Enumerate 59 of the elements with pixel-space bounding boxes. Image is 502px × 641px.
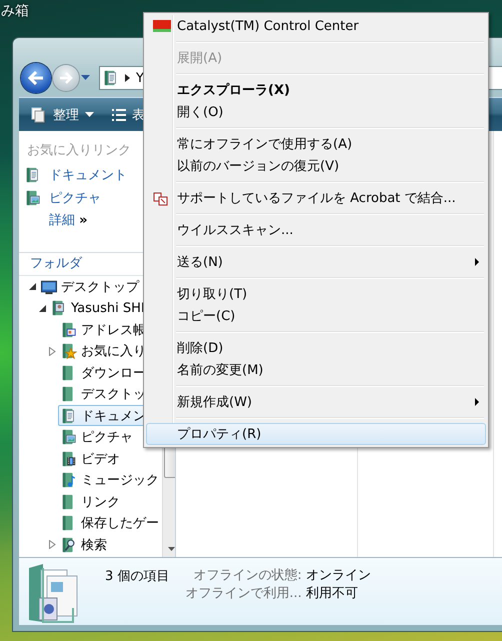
menu-item[interactable]: サポートしているファイルを Acrobat で結合... bbox=[146, 187, 486, 209]
expanded-triangle-icon[interactable] bbox=[39, 304, 46, 312]
menu-item[interactable]: プロパティ(R) bbox=[146, 423, 486, 445]
document-folder-icon bbox=[25, 166, 41, 184]
down-arrow-icon bbox=[168, 546, 174, 550]
document-folder-icon bbox=[61, 406, 77, 425]
back-arrow-icon bbox=[28, 71, 44, 85]
star-folder-icon bbox=[61, 342, 77, 360]
menu-item[interactable]: ウイルススキャン... bbox=[146, 219, 486, 241]
property-label: オフラインで利用... bbox=[185, 585, 302, 602]
favorite-link[interactable]: ピクチャ bbox=[19, 186, 101, 209]
menu-item[interactable]: 開く(O) bbox=[146, 101, 486, 123]
more-link[interactable]: 詳細 » bbox=[19, 209, 88, 232]
tree-item[interactable]: ビデオ bbox=[58, 448, 123, 470]
back-button[interactable] bbox=[21, 63, 51, 93]
collapsed-triangle-icon[interactable] bbox=[49, 346, 56, 356]
favorite-link[interactable]: ドキュメント bbox=[19, 163, 127, 186]
tree-item[interactable]: ピクチャ bbox=[58, 426, 136, 448]
property-value: 利用不可 bbox=[306, 585, 359, 602]
address-text: Y bbox=[136, 70, 144, 86]
merge-files-icon bbox=[153, 192, 169, 206]
menu-item[interactable]: 常にオフラインで使用する(A) bbox=[146, 133, 486, 155]
menu-item[interactable]: エクスプローラ(X) bbox=[146, 79, 486, 101]
menu-item[interactable]: 切り取り(T) bbox=[146, 283, 486, 305]
list-view-icon bbox=[112, 108, 126, 122]
music-folder-icon bbox=[61, 471, 77, 490]
magnifier-folder-icon bbox=[61, 536, 77, 554]
breadcrumb-arrow-icon[interactable] bbox=[125, 74, 130, 82]
document-folder-icon bbox=[103, 69, 119, 87]
toolbar-button[interactable]: 整理 bbox=[25, 102, 100, 128]
property-label: オフラインの状態: bbox=[192, 567, 302, 584]
picture-folder-icon bbox=[61, 428, 77, 446]
item-count: 3 個の項目 bbox=[105, 568, 170, 585]
menu-item[interactable]: 以前のバージョンの復元(V) bbox=[146, 155, 486, 177]
tree-item[interactable]: ミュージック bbox=[58, 470, 162, 491]
collapsed-triangle-icon[interactable] bbox=[49, 540, 56, 550]
property-value: オンライン bbox=[306, 567, 371, 584]
menu-item[interactable]: 名前の変更(M) bbox=[146, 359, 486, 381]
contact-card-folder-icon bbox=[61, 320, 77, 339]
caret-icon bbox=[85, 112, 94, 117]
menu-item[interactable]: コピー(C) bbox=[146, 305, 486, 327]
tree-item[interactable]: 保存したゲー bbox=[58, 512, 162, 534]
caret-icon bbox=[81, 75, 90, 81]
tree-item[interactable]: 検索 bbox=[58, 534, 110, 556]
forward-arrow-icon bbox=[59, 72, 73, 84]
picture-folder-icon bbox=[25, 188, 41, 206]
pages-icon bbox=[31, 106, 47, 122]
menu-item[interactable]: Catalyst(TM) Control Center bbox=[146, 15, 486, 37]
tree-item[interactable]: デスクトップ bbox=[38, 276, 142, 298]
menu-item[interactable]: 削除(D) bbox=[146, 337, 486, 359]
tree-item[interactable]: お気に入り bbox=[58, 340, 149, 362]
section-title: お気に入りリンク bbox=[26, 142, 131, 160]
user-folder-icon bbox=[51, 299, 67, 318]
tree-item[interactable]: リンク bbox=[58, 491, 123, 512]
logo-icon bbox=[153, 20, 171, 32]
film-folder-icon bbox=[61, 450, 77, 468]
menu-item[interactable]: 新規作成(W) bbox=[146, 391, 486, 413]
expanded-triangle-icon[interactable] bbox=[29, 283, 36, 290]
desktop-icon-label: み箱 bbox=[0, 2, 30, 21]
